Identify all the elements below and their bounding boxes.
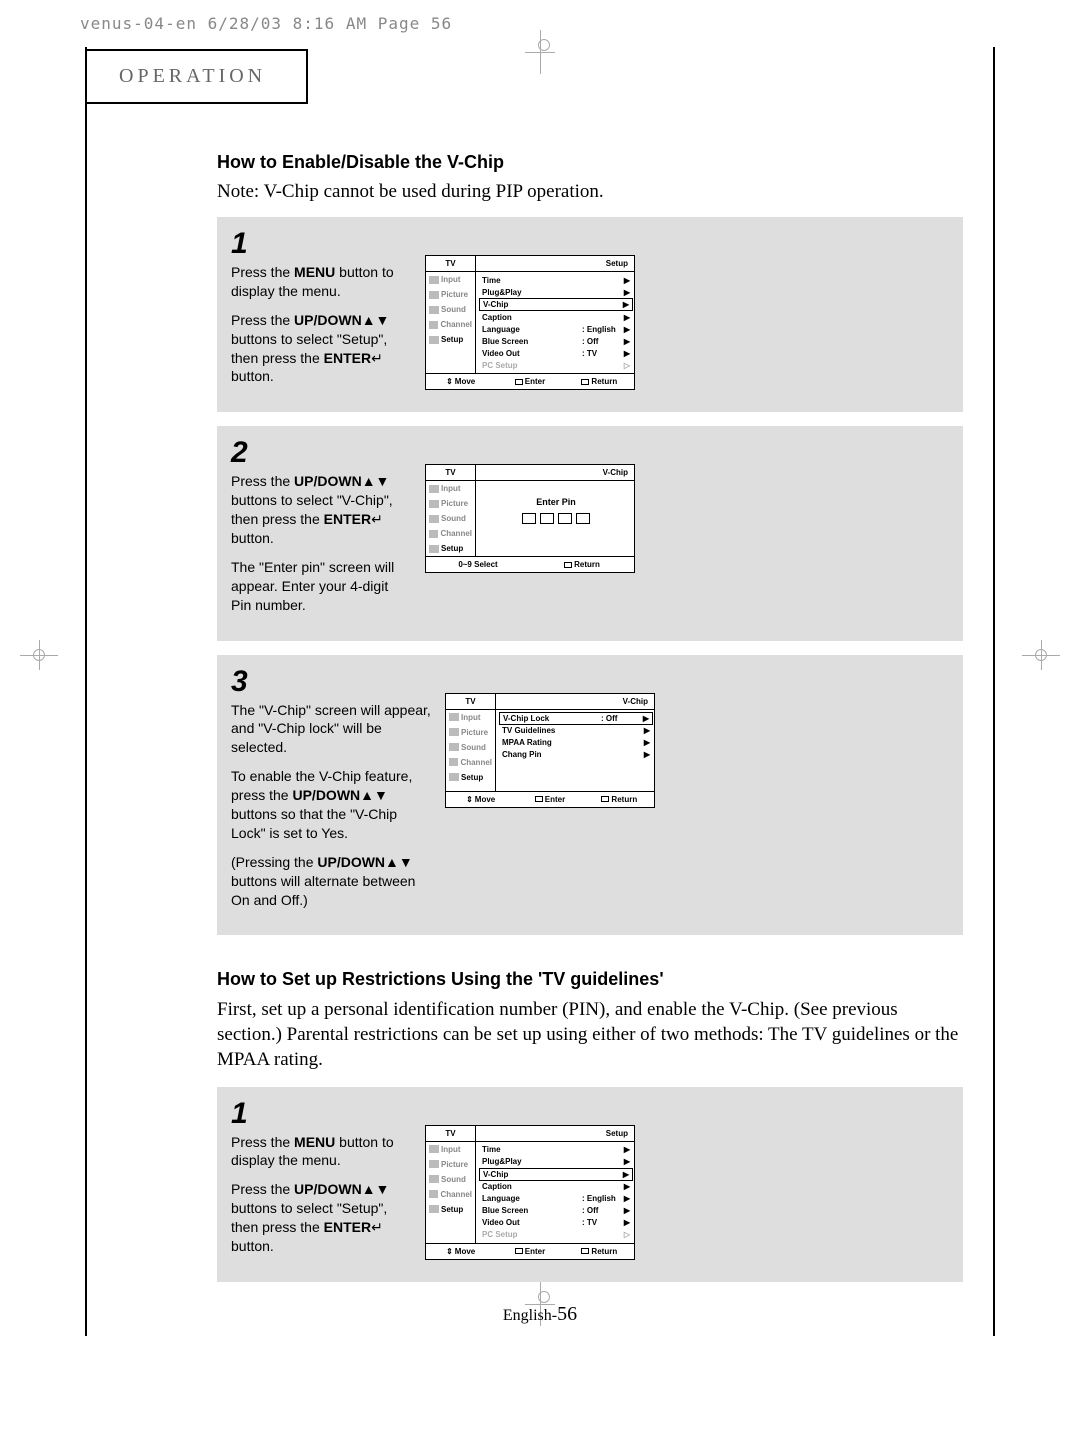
step-number: 1 xyxy=(231,227,411,261)
updown-icon: ▲▼ xyxy=(385,854,413,870)
step-text: Press the MENU button to display the men… xyxy=(231,1133,411,1256)
osd-tab-input: Input xyxy=(426,272,475,287)
osd-foot-select: 0~9 Select xyxy=(426,557,530,572)
osd-tab-sound: Sound xyxy=(426,302,475,317)
osd-setup-menu: TVSetup Input Picture Sound Channel Setu… xyxy=(425,255,635,390)
osd-foot-return: Return xyxy=(565,374,634,389)
crop-mark-right xyxy=(1022,640,1060,670)
step-block-2: 2 Press the UP/DOWN▲▼ buttons to select … xyxy=(217,426,963,640)
updown-icon: ▲▼ xyxy=(360,787,388,803)
enter-icon: ↵ xyxy=(371,511,383,527)
step-text: Press the MENU button to display the men… xyxy=(231,263,411,386)
step-block-3: 3 The "V-Chip" screen will appear, and "… xyxy=(217,655,963,936)
step-number: 1 xyxy=(231,1097,411,1131)
osd-tab-setup: Setup xyxy=(426,332,475,347)
osd-row-selected: V-Chip▶ xyxy=(479,298,633,311)
step-number: 2 xyxy=(231,436,411,470)
osd-tab-picture: Picture xyxy=(426,287,475,302)
section-tab: OPERATION xyxy=(85,49,308,104)
enter-icon: ↵ xyxy=(371,350,383,366)
osd-foot-enter: Enter xyxy=(495,374,564,389)
osd-foot-move: ⇕Move xyxy=(426,374,495,389)
osd-enter-pin: TVV-Chip Input Picture Sound Channel Set… xyxy=(425,464,635,573)
page-footer: English-56 xyxy=(87,1303,993,1326)
osd-tab-channel: Channel xyxy=(426,317,475,332)
osd-setup-menu-b: TVSetup Input Picture Sound Channel Setu… xyxy=(425,1125,635,1260)
pdf-crop-header: venus-04-en 6/28/03 8:16 AM Page 56 xyxy=(0,0,1080,33)
crop-mark-left xyxy=(20,640,58,670)
enter-pin-label: Enter Pin xyxy=(482,497,630,507)
osd-vchip-menu: TVV-Chip Input Picture Sound Channel Set… xyxy=(445,693,655,808)
step-block-b1: 1 Press the MENU button to display the m… xyxy=(217,1087,963,1282)
subheading-tv-guidelines: How to Set up Restrictions Using the 'TV… xyxy=(217,969,963,990)
updown-icon: ▲▼ xyxy=(362,1181,390,1197)
step-block-1: 1 Press the MENU button to display the m… xyxy=(217,217,963,412)
updown-icon: ▲▼ xyxy=(362,312,390,328)
enter-icon: ↵ xyxy=(371,1219,383,1235)
osd-foot-return: Return xyxy=(530,557,634,572)
pin-boxes xyxy=(522,513,590,524)
note-pip: Note: V-Chip cannot be used during PIP o… xyxy=(217,181,963,203)
subheading-vchip-enable: How to Enable/Disable the V-Chip xyxy=(217,152,963,173)
intro-text: First, set up a personal identification … xyxy=(217,998,963,1072)
step-number: 3 xyxy=(231,665,431,699)
osd-row-selected: V-Chip Lock: Off▶ xyxy=(499,712,653,725)
step-text: The "V-Chip" screen will appear, and "V-… xyxy=(231,701,431,910)
step-text: Press the UP/DOWN▲▼ buttons to select "V… xyxy=(231,472,411,614)
updown-icon: ▲▼ xyxy=(362,473,390,489)
